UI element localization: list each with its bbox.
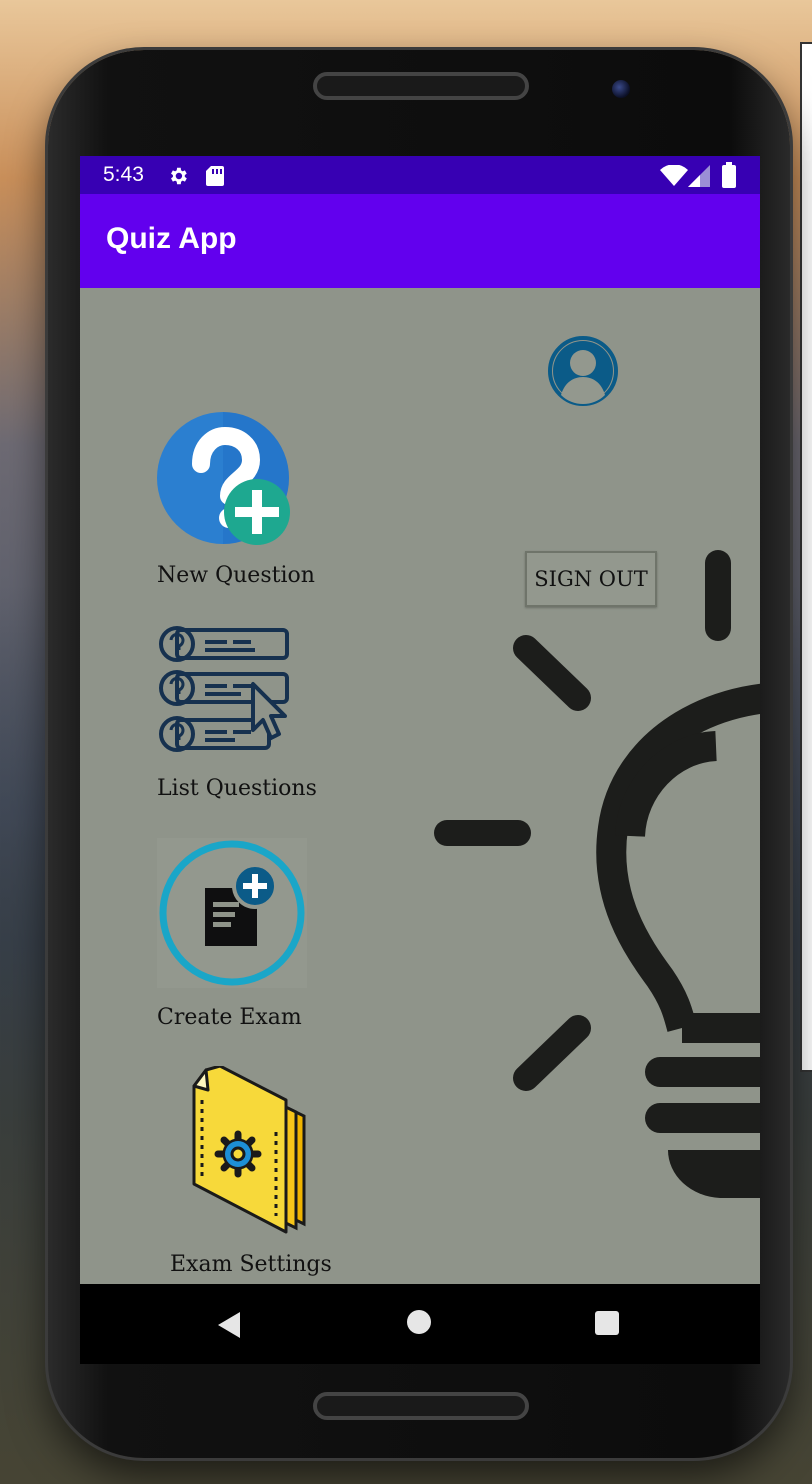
wifi-icon <box>660 165 688 186</box>
menu-item-exam-settings[interactable]: Exam Settings <box>170 1252 332 1277</box>
home-icon[interactable] <box>406 1309 432 1335</box>
side-panel-edge <box>800 42 812 1072</box>
app-title: Quiz App <box>106 222 237 255</box>
menu-item-create-exam[interactable]: Create Exam <box>157 1005 302 1030</box>
question-list-icon[interactable] <box>157 626 291 758</box>
navigation-bar <box>80 1284 760 1364</box>
main-content: SIGN OUT New Question List Questions Cre… <box>80 288 760 1284</box>
earpiece-speaker <box>313 72 529 100</box>
lightbulb-icon <box>434 550 760 1198</box>
back-icon[interactable] <box>216 1310 242 1340</box>
question-add-icon[interactable] <box>157 412 293 548</box>
bottom-speaker <box>313 1392 529 1420</box>
menu-item-new-question[interactable]: New Question <box>157 563 315 588</box>
gear-icon <box>171 167 187 185</box>
sign-out-button[interactable]: SIGN OUT <box>525 551 657 607</box>
recents-icon[interactable] <box>594 1310 620 1336</box>
battery-icon <box>722 162 736 188</box>
app-bar: Quiz App <box>80 194 760 288</box>
phone-screen: 5:43 Quiz App SIGN OUT New Question List… <box>80 156 760 1284</box>
status-time: 5:43 <box>103 163 144 186</box>
signal-icon <box>688 165 710 187</box>
front-camera <box>612 80 630 98</box>
sd-card-icon <box>206 166 224 186</box>
status-bar: 5:43 <box>80 156 760 194</box>
user-avatar-icon[interactable] <box>547 335 619 407</box>
menu-item-list-questions[interactable]: List Questions <box>157 776 317 801</box>
create-exam-icon[interactable] <box>157 838 307 988</box>
exam-settings-icon[interactable] <box>192 1066 310 1234</box>
